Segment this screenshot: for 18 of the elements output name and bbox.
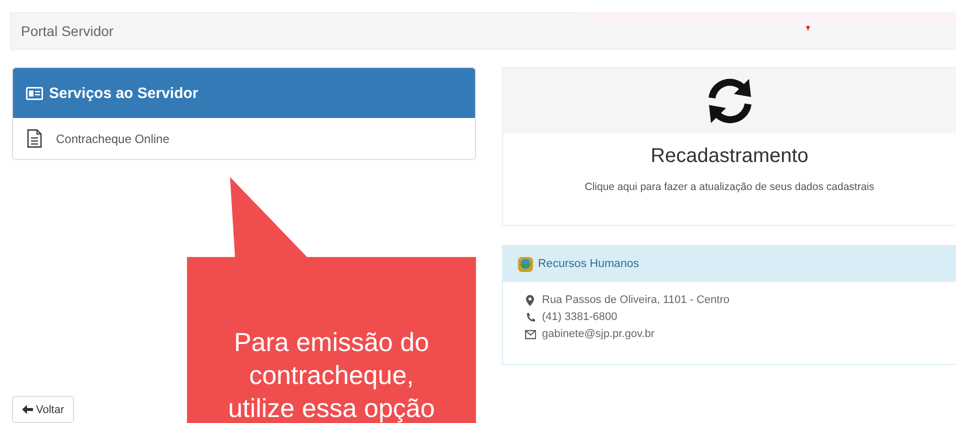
callout-text: Para emissão do contracheque, utilize essa opção: [227, 326, 436, 423]
phone-icon: [525, 312, 536, 322]
breadcrumb-text: Portal Servidor: [21, 23, 114, 39]
document-icon: [27, 129, 42, 148]
emblem-icon: [517, 256, 534, 272]
arrow-left-icon: [22, 405, 33, 414]
panel-title: Serviços ao Servidor: [49, 84, 198, 102]
card-description: Clique aqui para fazer a atualização de seus dados cadastrais: [584, 181, 876, 193]
id-card-icon: [26, 86, 43, 100]
pin-icon: [525, 294, 536, 306]
envelope-icon: [525, 328, 536, 340]
contact-text: (41) 3381-6800: [542, 311, 618, 323]
contact-text: Rua Passos de Oliveira, 1101 - Centro: [542, 294, 730, 306]
recadastramento-card[interactable]: Recadastramento Clique aqui para fazer a atualização de seus dados cadastrais: [502, 67, 956, 226]
back-button[interactable]: Voltar: [12, 396, 74, 423]
email-link[interactable]: gabinete@sjp.pr.gov.br: [542, 328, 654, 340]
card-title: Recadastramento: [650, 145, 810, 168]
contact-title: Recursos Humanos: [538, 258, 639, 270]
